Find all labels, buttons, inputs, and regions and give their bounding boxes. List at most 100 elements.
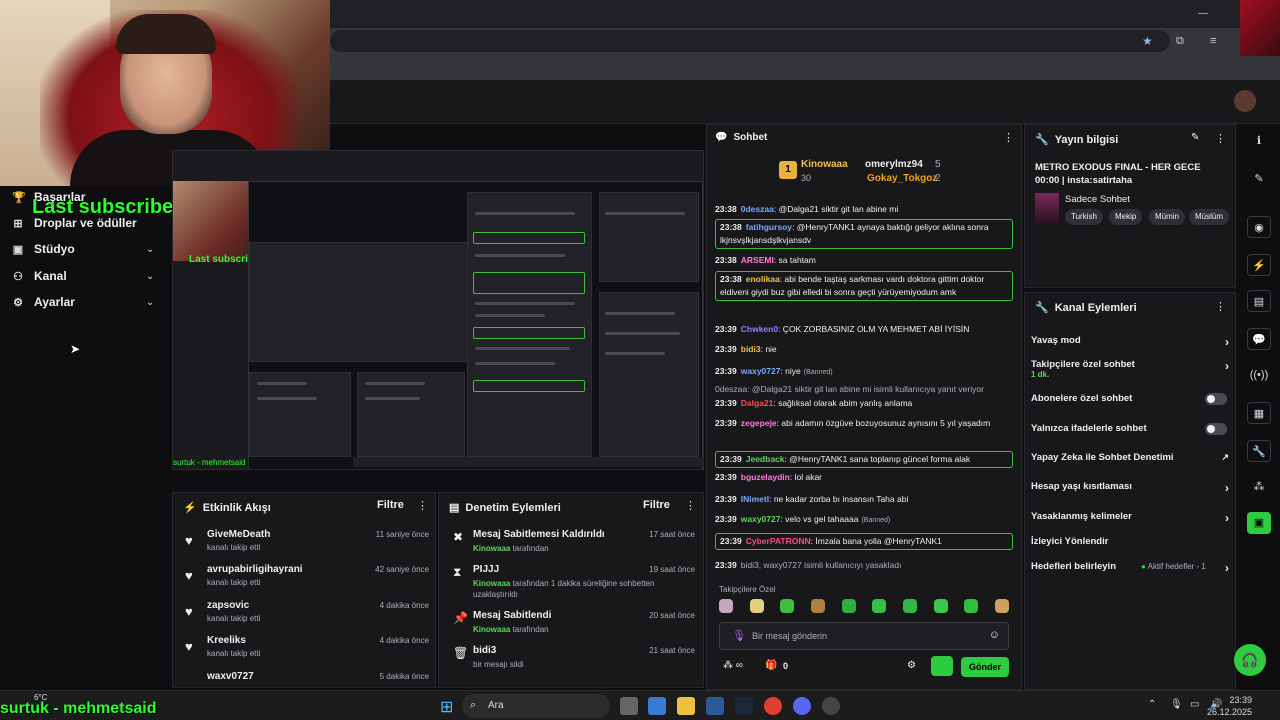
emote-icon[interactable] <box>749 599 764 613</box>
emote-icon[interactable] <box>810 599 825 613</box>
message-username[interactable]: INimetI <box>741 494 769 504</box>
chevron-down-icon[interactable]: ⌄ <box>146 271 154 282</box>
more-options-icon[interactable]: ⋮ <box>1215 132 1226 145</box>
subscribers-only-toggle[interactable] <box>1205 393 1227 405</box>
account-age-row[interactable]: Hesap yaşı kısıtlaması › <box>1031 481 1231 495</box>
message-username[interactable]: Dalga21 <box>741 398 774 408</box>
clock[interactable]: 23:39 26.12.2025 <box>1207 694 1252 718</box>
chat-message[interactable]: 23:39 bguzelaydin: lol akar <box>715 471 1013 484</box>
emote-icon[interactable] <box>719 599 733 613</box>
folder-icon[interactable] <box>677 697 695 715</box>
chevron-up-icon[interactable]: ⌃ <box>1148 699 1156 710</box>
emote-only-toggle[interactable] <box>1205 423 1227 435</box>
chat-message[interactable]: 23:39 INimetI: ne kadar zorba bı insansın… <box>715 493 1013 506</box>
app-icon[interactable] <box>706 697 724 715</box>
more-options-icon[interactable]: ⋮ <box>1215 300 1226 313</box>
followers-only-row[interactable]: Takipçilere özel sohbet 1 dk. › <box>1031 359 1231 379</box>
emote-icon[interactable] <box>841 599 856 613</box>
message-username[interactable]: waxy0727 <box>741 514 781 524</box>
chat-message[interactable]: 23:39 Jeedback: @HenryTANK1 sana toplanıp… <box>715 451 1013 468</box>
chat-bubble-icon[interactable]: 💬 <box>1247 328 1271 350</box>
message-username[interactable]: fatihgursoy <box>746 222 792 232</box>
emote-picker-icon[interactable] <box>931 656 953 676</box>
chevron-down-icon[interactable]: ⌄ <box>146 297 154 308</box>
chat-message[interactable]: 23:39 Dalga21: sağlıksal olarak abim yanl… <box>715 397 1013 410</box>
chat-message[interactable]: 23:38 0deszaa: @Dalga21 siktir git lan ab… <box>715 203 1013 216</box>
chat-message[interactable]: 23:39 waxy0727: niye (Banned) <box>715 365 1013 379</box>
calculator-icon[interactable] <box>648 697 666 715</box>
task-view-icon[interactable] <box>620 697 638 715</box>
stream-tag[interactable]: Müslüm <box>1189 209 1230 225</box>
slow-mode-row[interactable]: Yavaş mod › <box>1031 335 1231 349</box>
chat-message[interactable]: 23:39 Chwken0: ÇOK ZORBASINIZ OLM YA MEHM… <box>715 323 1013 336</box>
emote-icon[interactable] <box>933 599 948 613</box>
extensions-icon[interactable]: ⧉ <box>1176 35 1184 48</box>
stream-category[interactable]: Sadece Sohbet <box>1065 194 1130 205</box>
message-username[interactable]: bguzelaydin <box>741 472 790 482</box>
emote-icon[interactable] <box>902 599 917 613</box>
raid-row[interactable]: İzleyici Yönlendir <box>1031 536 1231 547</box>
document-icon[interactable]: ▤ <box>1247 290 1271 312</box>
taskbar-search[interactable]: ⌕ Ara <box>462 694 610 718</box>
chat-message[interactable]: 23:38 enolikaa: abi bende taştaş sarkması… <box>715 271 1013 301</box>
chevron-down-icon[interactable]: ⌄ <box>146 244 154 255</box>
menu-item-studio[interactable]: ▣ Stüdyo <box>12 242 75 256</box>
emote-icon[interactable] <box>872 599 887 613</box>
users-icon[interactable]: ⁂ <box>1247 476 1271 498</box>
moderation-filter-button[interactable]: Filtre <box>643 499 670 511</box>
goals-row[interactable]: Hedefleri belirleyin ● Aktif hedefler - 1… <box>1031 561 1231 575</box>
obs-icon[interactable] <box>822 697 840 715</box>
media-icon[interactable]: ≡ <box>1210 35 1216 47</box>
stream-tag[interactable]: Turkish <box>1065 209 1103 225</box>
minimize-icon[interactable]: — <box>1198 8 1208 19</box>
bookmark-star-icon[interactable]: ★ <box>1142 34 1153 48</box>
gear-icon[interactable]: ⚙ <box>907 660 916 671</box>
microphone-icon[interactable]: 🎙 <box>1170 699 1183 710</box>
message-username[interactable]: Jeedback <box>746 454 785 464</box>
emoji-icon[interactable]: ☺ <box>989 629 1000 641</box>
stream-tag[interactable]: Mümin <box>1149 209 1186 225</box>
steam-icon[interactable] <box>735 697 753 715</box>
chat-message[interactable]: 23:39 bidi3: nie <box>715 343 1013 356</box>
edit-pencil-icon[interactable]: ✎ <box>1191 132 1199 143</box>
network-icon[interactable]: ▭ <box>1190 699 1199 710</box>
menu-item-channel[interactable]: ⚇ Kanal <box>12 269 67 283</box>
emote-icon[interactable]: ▣ <box>1247 512 1271 534</box>
send-button[interactable]: Gönder <box>961 657 1009 677</box>
stream-tag[interactable]: Mekip <box>1109 209 1143 225</box>
emote-icon[interactable] <box>994 599 1009 613</box>
message-username[interactable]: waxy0727 <box>741 366 781 376</box>
chat-message[interactable]: 23:39 waxy0727: velo vs gel tahaaaa (Banne… <box>715 513 1013 527</box>
microphone-icon[interactable]: 🎙 <box>732 629 746 642</box>
emote-icon[interactable] <box>780 599 795 613</box>
avatar[interactable] <box>1234 90 1256 112</box>
broadcast-icon[interactable]: ((•)) <box>1247 364 1271 386</box>
chat-message[interactable]: 23:38 ARSEMI: sa tahtam <box>715 254 1013 267</box>
message-username[interactable]: 0deszaa <box>741 204 774 214</box>
more-options-icon[interactable]: ⋮ <box>685 499 696 512</box>
chat-system-message[interactable]: 0deszaa: @Dalga21 siktir git lan abine m… <box>715 383 1013 396</box>
stream-preview[interactable]: Last subscriber: Mardelva surtuk - mehme… <box>172 150 704 470</box>
bolt-icon[interactable]: ⚡ <box>1247 254 1271 276</box>
chat-message[interactable]: 23:39 CyberPATRONN: İmzala bana yolla @He… <box>715 533 1013 550</box>
edit-pencil-icon[interactable]: ✎ <box>1247 168 1271 190</box>
chat-message[interactable]: 23:39 zegepeje: abi adamın özgüve bozuyos… <box>715 417 1013 430</box>
message-username[interactable]: ARSEMI <box>741 255 774 265</box>
more-options-icon[interactable]: ⋮ <box>1003 131 1014 144</box>
chat-input[interactable]: 🎙 Bir mesaj gönderin ☺ <box>719 622 1009 650</box>
activity-filter-button[interactable]: Filtre <box>377 499 404 511</box>
message-username[interactable]: bidi3 <box>741 344 761 354</box>
banned-words-row[interactable]: Yasaklanmış kelimeler › <box>1031 511 1231 525</box>
more-options-icon[interactable]: ⋮ <box>417 499 428 512</box>
message-username[interactable]: Chwken0 <box>741 324 778 334</box>
message-username[interactable]: CyberPATRONN <box>746 536 811 546</box>
chat-system-message[interactable]: 23:39 bidi3, waxy0727 isimli kullanıcıyı … <box>715 559 1013 572</box>
windows-start-icon[interactable]: ⊞ <box>440 697 453 717</box>
chat-message[interactable]: 23:38 fatihgursoy: @HenryTANK1 aynaya bak… <box>715 219 1013 249</box>
info-icon[interactable]: ℹ <box>1247 130 1271 152</box>
address-bar[interactable] <box>330 30 1170 52</box>
message-username[interactable]: zegepeje <box>741 418 777 428</box>
ai-moderation-row[interactable]: Yapay Zeka ile Sohbet Denetimi ↗ <box>1031 452 1231 463</box>
infinity-icon[interactable]: ⁂ ∞ <box>723 660 743 671</box>
message-username[interactable]: enolikaa <box>746 274 780 284</box>
